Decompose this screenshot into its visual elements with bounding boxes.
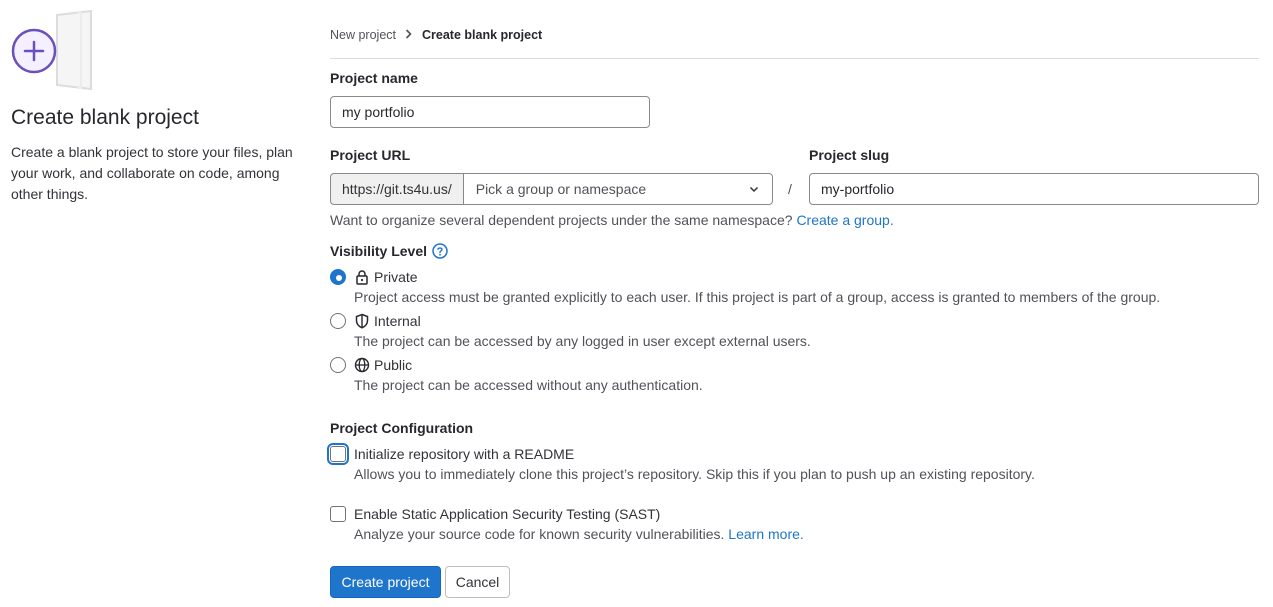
visibility-level-label: Visibility Level [330,243,448,259]
sast-option[interactable]: Enable Static Application Security Testi… [330,506,660,522]
readme-option[interactable]: Initialize repository with a README [330,446,574,462]
learn-more-link[interactable]: Learn more. [728,526,803,542]
create-project-button[interactable]: Create project [330,566,441,598]
sast-description: Analyze your source code for known secur… [354,526,804,542]
breadcrumb-new-project[interactable]: New project [330,28,396,42]
group-help-text: Want to organize several dependent proje… [330,212,894,228]
visibility-internal-option[interactable]: Internal [330,313,421,329]
panel-description: Create a blank project to store your fil… [11,144,293,202]
public-label: Public [374,357,413,373]
internal-description: The project can be accessed by any logge… [354,333,811,349]
chevron-down-icon [749,186,759,193]
lock-icon [356,270,368,285]
visibility-public-option[interactable]: Public [330,357,412,373]
project-name-label: Project name [330,70,418,86]
project-slug-value: my-portfolio [821,181,895,197]
project-name-input[interactable]: my portfolio [330,96,650,128]
breadcrumb: New project Create blank project [330,28,542,42]
project-slug-label: Project slug [809,147,890,163]
create-group-link[interactable]: Create a group. [796,212,893,228]
cancel-button[interactable]: Cancel [445,566,510,598]
readme-description: Allows you to immediately clone this pro… [354,466,1035,482]
readme-label: Initialize repository with a README [354,446,575,462]
readme-checkbox[interactable] [330,446,346,462]
globe-icon [354,357,370,373]
sast-label: Enable Static Application Security Testi… [354,506,661,522]
public-description: The project can be accessed without any … [354,377,703,393]
sast-checkbox[interactable] [330,506,346,522]
sast-description-text: Analyze your source code for known secur… [354,526,725,542]
internal-label: Internal [374,313,421,329]
url-separator: / [788,181,792,197]
breadcrumb-current: Create blank project [422,28,543,42]
project-configuration-label: Project Configuration [330,420,474,436]
chevron-right-icon [404,28,413,42]
project-url-group: https://git.ts4u.us/ Pick a group or nam… [330,173,773,205]
namespace-placeholder: Pick a group or namespace [475,181,647,197]
private-radio[interactable] [330,269,346,285]
project-url-label: Project URL [330,147,411,163]
private-description: Project access must be granted explicitl… [354,289,1161,305]
blank-project-illustration [11,10,92,91]
project-slug-input[interactable]: my-portfolio [809,173,1259,205]
url-prefix: https://git.ts4u.us/ [330,173,463,205]
private-label: Private [374,269,418,285]
project-name-value: my portfolio [342,104,415,120]
visibility-label-text: Visibility Level [330,243,428,259]
panel-title: Create blank project [11,106,199,129]
shield-icon [355,313,369,329]
public-radio[interactable] [330,357,346,373]
visibility-private-option[interactable]: Private [330,269,418,285]
group-help-message: Want to organize several dependent proje… [330,212,793,228]
divider [330,58,1259,59]
namespace-select[interactable]: Pick a group or namespace [462,173,773,205]
question-help-icon[interactable] [432,243,448,259]
internal-radio[interactable] [330,313,346,329]
